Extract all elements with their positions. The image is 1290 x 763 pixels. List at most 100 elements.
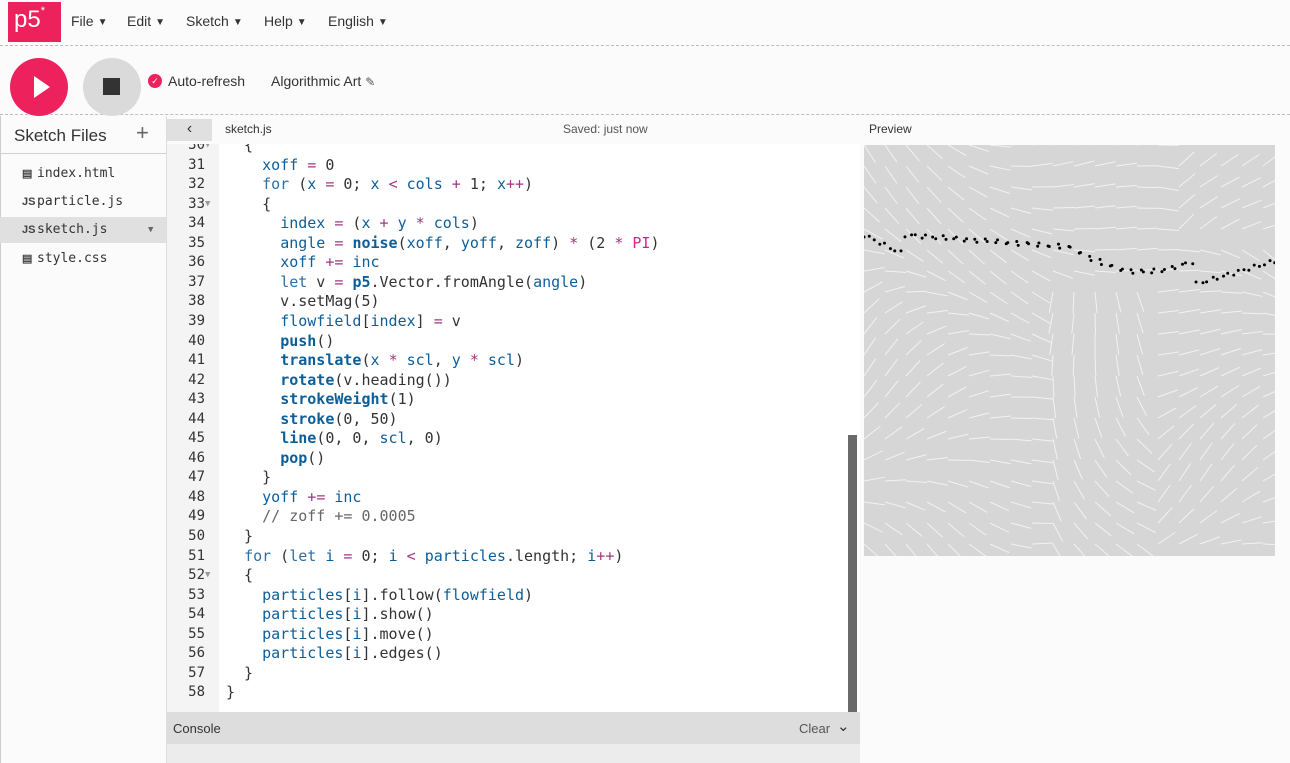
- preview-canvas[interactable]: [864, 145, 1275, 556]
- flow-line: [1199, 536, 1220, 545]
- flow-line: [864, 186, 878, 204]
- flow-line: [1010, 270, 1029, 284]
- flow-line: [1136, 186, 1159, 189]
- code-line[interactable]: 47 }: [167, 467, 847, 487]
- code-line[interactable]: 43 strokeWeight(1): [167, 389, 847, 409]
- editor-tab[interactable]: sketch.js: [225, 122, 272, 136]
- flow-line: [864, 298, 880, 314]
- flow-line: [989, 373, 1011, 377]
- code-line[interactable]: 45 line(0, 0, scl, 0): [167, 428, 847, 448]
- flow-line: [1157, 351, 1179, 356]
- flow-line: [989, 543, 1010, 554]
- flow-line: [884, 451, 905, 461]
- code-line[interactable]: 52 ▼ {: [167, 565, 847, 585]
- code-line[interactable]: 33 ▼ {: [167, 194, 847, 214]
- flow-line: [947, 312, 969, 316]
- flow-line: [1115, 375, 1122, 397]
- fold-arrow-icon[interactable]: ▼: [205, 565, 210, 585]
- flow-line: [1136, 291, 1145, 312]
- flow-line: [1157, 389, 1178, 398]
- code-text: rotate(v.heading()): [280, 370, 452, 389]
- code-line[interactable]: 48 yoff += inc: [167, 487, 847, 507]
- menu-language[interactable]: English ▼: [328, 13, 388, 33]
- flow-line: [1031, 375, 1053, 381]
- file-index-html[interactable]: ▤ index.html: [0, 161, 166, 187]
- particle-dot: [1173, 267, 1177, 271]
- menu-help[interactable]: Help ▼: [264, 13, 307, 33]
- menu-edit[interactable]: Edit ▼: [127, 13, 165, 33]
- fold-arrow-icon[interactable]: ▼: [205, 194, 210, 214]
- code-line[interactable]: 42 rotate(v.heading()): [167, 370, 847, 390]
- particle-dot: [1201, 281, 1205, 285]
- pencil-icon[interactable]: ✎: [365, 75, 375, 89]
- stop-button[interactable]: [83, 58, 141, 116]
- code-line[interactable]: 54 particles[i].show(): [167, 604, 847, 624]
- flow-line: [1073, 543, 1086, 556]
- flow-line: [968, 459, 990, 464]
- auto-refresh-toggle[interactable]: ✓ Auto-refresh: [148, 73, 245, 89]
- code-text: for (let i = 0; i < particles.length; i+…: [244, 546, 624, 565]
- flow-line: [1157, 425, 1175, 440]
- flow-line: [905, 321, 924, 335]
- play-button[interactable]: [10, 58, 68, 116]
- plus-icon[interactable]: +: [136, 122, 149, 144]
- code-line[interactable]: 37 let v = p5.Vector.fromAngle(angle): [167, 272, 847, 292]
- code-line[interactable]: 55 particles[i].move(): [167, 624, 847, 644]
- code-line[interactable]: 53 particles[i].follow(flowfield): [167, 585, 847, 605]
- code-line[interactable]: 40 push(): [167, 331, 847, 351]
- code-line[interactable]: 50 }: [167, 526, 847, 546]
- collapse-sidebar-button[interactable]: ‹: [167, 119, 212, 141]
- chevron-down-icon[interactable]: ⌄: [837, 717, 850, 735]
- code-line[interactable]: 30 ▼ {: [167, 144, 847, 155]
- flow-line: [1094, 291, 1098, 313]
- menu-sketch[interactable]: Sketch ▼: [186, 13, 243, 33]
- code-line[interactable]: 39 flowfield[index] = v: [167, 311, 847, 331]
- code-line[interactable]: 46 pop(): [167, 448, 847, 468]
- p5-logo[interactable]: p5*: [8, 2, 61, 42]
- caret-down-icon[interactable]: ▼: [148, 217, 153, 243]
- flow-line: [1178, 508, 1195, 524]
- console-clear-button[interactable]: Clear: [799, 721, 830, 736]
- flow-line: [1073, 522, 1089, 540]
- flow-line: [1115, 205, 1137, 209]
- code-line[interactable]: 31 xoff = 0: [167, 155, 847, 175]
- code-line[interactable]: 58}: [167, 682, 847, 702]
- scrollbar-thumb[interactable]: [848, 435, 857, 712]
- line-number: 30: [188, 144, 205, 153]
- particle-dot: [1205, 280, 1209, 284]
- file-sketch-js[interactable]: JS sketch.js ▼: [0, 217, 166, 243]
- menu-file[interactable]: File ▼: [71, 13, 107, 33]
- particle-dot: [975, 240, 979, 244]
- code-text: xoff += inc: [280, 253, 380, 272]
- project-name[interactable]: Algorithmic Art ✎: [271, 73, 375, 89]
- code-line[interactable]: 49 // zoff += 0.0005: [167, 506, 847, 526]
- line-number: 50: [188, 528, 205, 544]
- code-line[interactable]: 35 angle = noise(xoff, yoff, zoff) * (2 …: [167, 233, 847, 253]
- code-editor[interactable]: 30 ▼ {31 xoff = 0 32 for (x = 0; x < cols …: [167, 144, 860, 712]
- file-particle-js[interactable]: JS particle.js: [0, 189, 166, 215]
- fold-arrow-icon[interactable]: ▼: [205, 144, 210, 155]
- flow-line: [1241, 270, 1262, 280]
- flow-line: [1115, 396, 1124, 417]
- flow-line: [1031, 291, 1051, 304]
- code-line[interactable]: 34 index = (x + y * cols): [167, 213, 847, 233]
- flow-line: [968, 369, 990, 377]
- code-line[interactable]: 38 v.setMag(5): [167, 291, 847, 311]
- flow-line: [968, 270, 986, 285]
- caret-down-icon: ▼: [377, 17, 388, 28]
- flow-line: [1052, 184, 1074, 188]
- code-line[interactable]: 51 for (let i = 0; i < particles.length;…: [167, 546, 847, 566]
- code-line[interactable]: 57 }: [167, 663, 847, 683]
- flow-line: [1052, 459, 1059, 481]
- checkbox-checked-icon[interactable]: ✓: [148, 74, 162, 89]
- code-line[interactable]: 56 particles[i].edges(): [167, 643, 847, 663]
- code-line[interactable]: 41 translate(x * scl, y * scl): [167, 350, 847, 370]
- code-text: // zoff += 0.0005: [226, 507, 416, 526]
- flow-line: [1052, 375, 1055, 398]
- code-line[interactable]: 36 xoff += inc: [167, 252, 847, 272]
- flow-line: [1052, 161, 1074, 167]
- code-line[interactable]: 44 stroke(0, 50): [167, 409, 847, 429]
- code-line[interactable]: 32 for (x = 0; x < cols + 1; x++): [167, 174, 847, 194]
- file-style-css[interactable]: ▤ style.css: [0, 246, 166, 272]
- particle-dot: [1232, 273, 1236, 277]
